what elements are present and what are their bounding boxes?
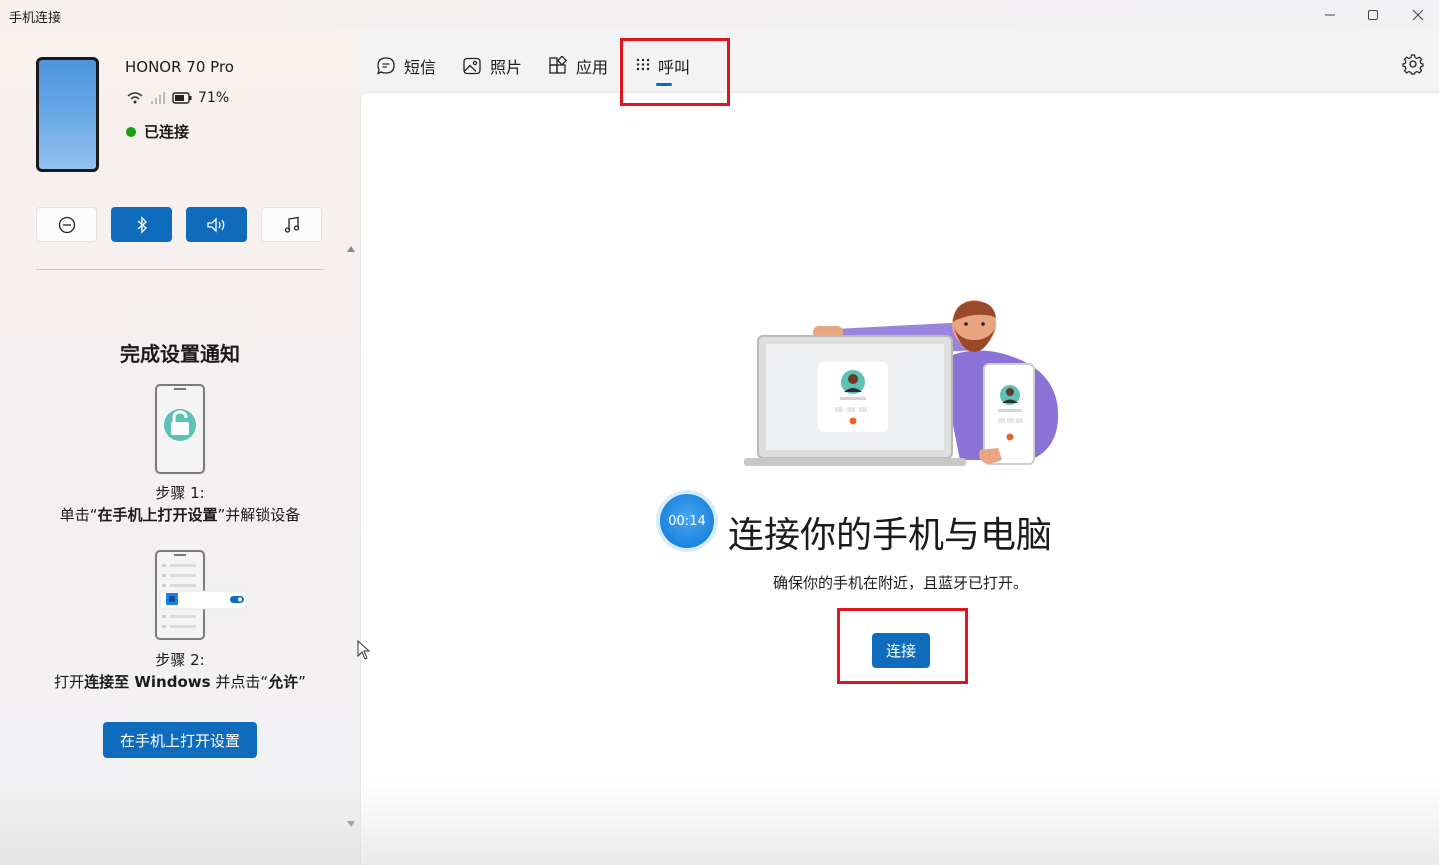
open-settings-on-phone-button[interactable]: 在手机上打开设置	[103, 722, 257, 758]
settings-icon[interactable]	[1402, 53, 1424, 75]
music-button[interactable]	[261, 207, 322, 242]
photo-icon	[463, 57, 481, 75]
main-subtext: 确保你的手机在附近，且蓝牙已打开。	[772, 574, 1028, 592]
device-name: HONOR 70 Pro	[125, 58, 234, 76]
highlight-box-calls-tab	[620, 38, 730, 106]
maximize-button[interactable]	[1350, 0, 1396, 30]
connection-status: 已连接	[126, 121, 189, 142]
title-bar: 手机连接	[0, 0, 1439, 30]
status-dot	[126, 126, 136, 137]
sidebar-scrollbar[interactable]	[345, 240, 357, 835]
minimize-button[interactable]	[1307, 0, 1353, 30]
maximize-icon	[1368, 10, 1378, 20]
step2-description: 打开连接至 Windows 并点击“允许”	[54, 673, 306, 691]
music-icon	[284, 216, 299, 233]
close-button[interactable]	[1395, 0, 1439, 30]
signal-icon	[151, 92, 165, 104]
main-content	[360, 92, 1439, 865]
message-icon	[376, 57, 395, 75]
do-not-disturb-button[interactable]	[36, 207, 97, 242]
audio-button[interactable]	[186, 207, 247, 242]
tab-photos-label: 照片	[490, 58, 523, 77]
sidebar: HONOR 70 Pro 71% 已连接 完成设置通知 步骤 1: 单击“在手机…	[0, 30, 360, 865]
tab-photos[interactable]: 照片	[462, 54, 522, 78]
battery-icon	[172, 92, 192, 104]
bluetooth-button[interactable]	[111, 207, 172, 242]
tab-apps[interactable]: 应用	[548, 54, 608, 78]
device-status-row: 71%	[126, 90, 229, 106]
apps-icon	[549, 56, 568, 74]
step1-description: 单击“在手机上打开设置”并解锁设备	[59, 506, 301, 524]
tab-messages-label: 短信	[404, 58, 437, 77]
connection-status-label: 已连接	[144, 123, 190, 141]
setup-title: 完成设置通知	[120, 342, 240, 366]
close-icon	[1412, 9, 1424, 21]
unlock-phone-illustration	[155, 384, 205, 474]
step1-label: 步骤 1:	[155, 484, 205, 502]
battery-percent: 71%	[198, 90, 230, 106]
connect-illustration	[744, 300, 1059, 466]
highlight-box-connect-button	[837, 608, 968, 684]
minimize-icon	[1325, 14, 1335, 16]
scroll-down-arrow[interactable]	[347, 821, 355, 827]
connection-timer: 00:14	[660, 494, 714, 548]
sidebar-divider	[36, 269, 324, 270]
app-title: 手机连接	[9, 11, 62, 26]
tab-messages[interactable]: 短信	[376, 54, 436, 78]
bluetooth-icon	[137, 215, 147, 234]
wifi-icon	[127, 92, 143, 104]
do-not-disturb-icon	[58, 216, 75, 233]
tab-apps-label: 应用	[576, 58, 609, 77]
allow-windows-illustration	[155, 550, 247, 640]
phone-image	[36, 57, 99, 172]
main-heading: 连接你的手机与电脑	[728, 515, 1053, 556]
scroll-up-arrow[interactable]	[347, 246, 355, 252]
speaker-icon	[206, 216, 224, 233]
step2-label: 步骤 2:	[155, 651, 205, 669]
mouse-cursor-icon	[357, 640, 371, 660]
